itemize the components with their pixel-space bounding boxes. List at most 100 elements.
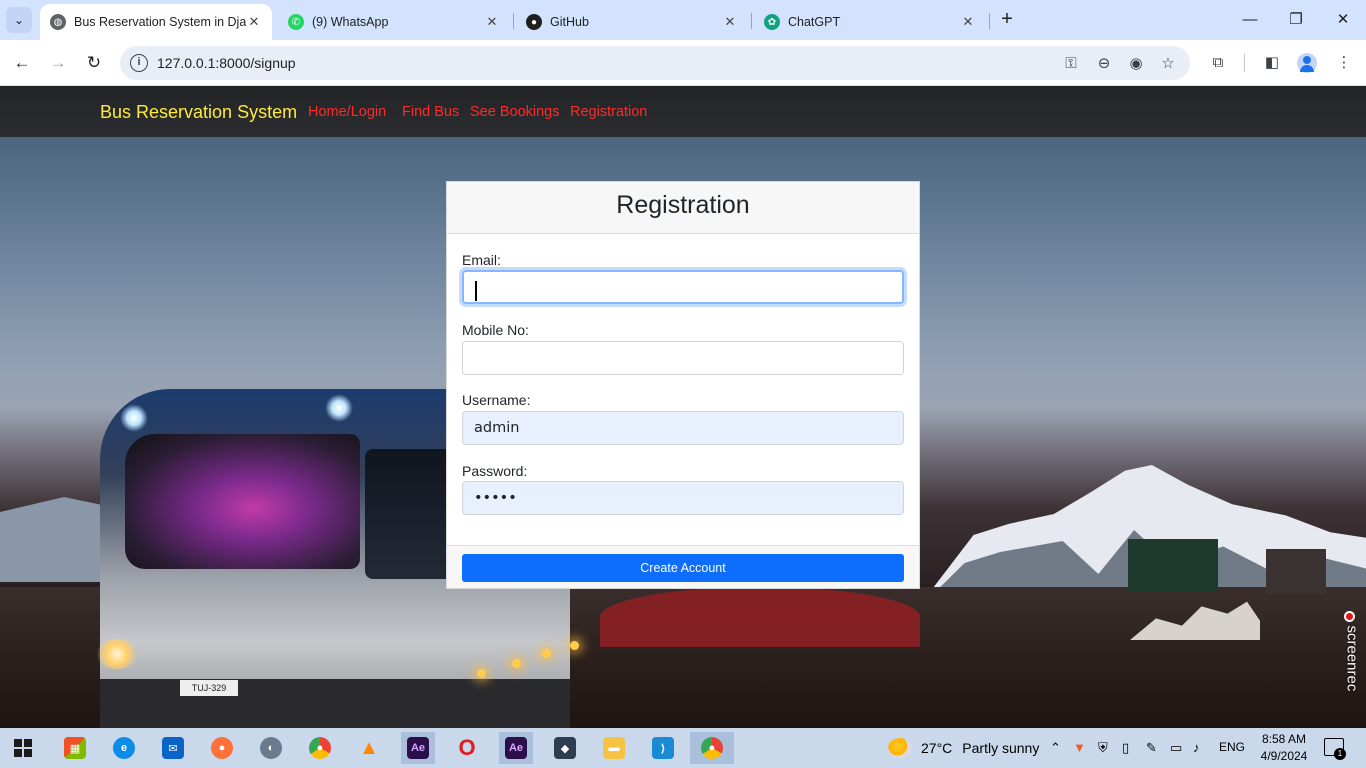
password-field-value: ••••• (474, 490, 517, 506)
reload-button[interactable]: ↻ (82, 51, 106, 75)
tab-bus-reservation[interactable]: ◍ Bus Reservation System in Djan ✕ (40, 4, 272, 40)
taskbar-vscode[interactable]: ⟩ (646, 732, 680, 764)
background-shed (1266, 549, 1326, 594)
background-container (1128, 539, 1218, 591)
new-tab-button[interactable]: + (995, 8, 1019, 32)
back-button[interactable]: ← (10, 51, 34, 75)
screenrec-label: screenrec (1343, 625, 1361, 692)
extensions-icon[interactable]: ⧉ (1206, 51, 1230, 75)
language-indicator[interactable]: ENG (1219, 740, 1245, 754)
taskbar-vlc[interactable]: ▲ (352, 732, 386, 764)
tab-title: Bus Reservation System in Djan (74, 15, 246, 29)
site-info-icon[interactable]: i (130, 54, 148, 72)
address-bar[interactable]: i 127.0.0.1:8000/signup ⚿ ⊖ ◉ ☆ (120, 46, 1190, 80)
taskbar-chrome-active[interactable]: ● (690, 732, 734, 764)
arrow-right-icon: → (49, 53, 67, 72)
username-field[interactable]: admin (462, 411, 904, 445)
browser-tab-strip: ⌄ ◍ Bus Reservation System in Djan ✕ ✆ (… (0, 0, 1366, 40)
email-label: Email: (462, 252, 501, 268)
close-icon[interactable]: ✕ (246, 14, 262, 30)
taskbar-firefox[interactable]: ● (205, 732, 239, 764)
registration-card: Registration Email: Mobile No: Username:… (446, 181, 920, 589)
create-account-button[interactable]: Create Account (462, 554, 904, 582)
mobile-label: Mobile No: (462, 322, 529, 338)
password-field[interactable]: ••••• (462, 481, 904, 515)
brave-icon[interactable]: ▼ (1073, 740, 1086, 755)
app-icon: ◆ (554, 737, 576, 759)
usb-icon[interactable]: ▯ (1122, 740, 1129, 756)
tab-whatsapp[interactable]: ✆ (9) WhatsApp ✕ (278, 4, 510, 40)
weather-widget[interactable]: 27°C Partly sunny (888, 738, 1039, 758)
taskbar-file-explorer[interactable]: ▬ (597, 732, 631, 764)
reload-icon: ↻ (86, 53, 102, 72)
windows-start-icon[interactable] (14, 739, 32, 757)
taskbar-chrome[interactable]: ● (303, 732, 337, 764)
pen-icon[interactable]: ✎ (1146, 740, 1157, 756)
system-clock[interactable]: 8:58 AM 4/9/2024 (1252, 731, 1316, 765)
taskbar-app[interactable]: ◐ (254, 732, 288, 764)
folder-icon: ▬ (603, 737, 625, 759)
eye-icon[interactable]: ◉ (1126, 54, 1146, 74)
mobile-field[interactable] (462, 341, 904, 375)
profile-avatar[interactable] (1297, 53, 1317, 73)
bus-license-plate: TUJ-329 (180, 680, 238, 696)
tab-chatgpt[interactable]: ✿ ChatGPT ✕ (754, 4, 986, 40)
taskbar-opera[interactable]: O (450, 732, 484, 764)
taskbar-after-effects-2[interactable]: Ae (499, 732, 533, 764)
window-close-button[interactable]: ✕ (1331, 8, 1355, 32)
password-label: Password: (462, 463, 528, 479)
minimize-button[interactable]: — (1238, 8, 1262, 32)
bus-marker-light (542, 649, 551, 658)
more-menu-icon[interactable]: ⋮ (1332, 51, 1356, 75)
side-panel-icon[interactable]: ◧ (1260, 51, 1284, 75)
nav-link-find-bus[interactable]: Find Bus (402, 104, 459, 120)
nav-link-see-bookings[interactable]: See Bookings (470, 104, 559, 120)
firefox-icon: ● (211, 737, 233, 759)
tab-title: ChatGPT (788, 15, 841, 29)
password-key-icon[interactable]: ⚿ (1061, 54, 1081, 74)
taskbar-app-2[interactable]: ◆ (548, 732, 582, 764)
screenrec-badge[interactable]: screenrec (1340, 607, 1361, 707)
partly-sunny-icon (888, 738, 912, 758)
bookmark-star-icon[interactable]: ☆ (1158, 54, 1178, 74)
restore-button[interactable]: ❐ (1284, 8, 1308, 32)
taskbar-edge[interactable]: e (107, 732, 141, 764)
address-url[interactable]: 127.0.0.1:8000/signup (157, 55, 296, 71)
taskbar-store[interactable]: ▦ (58, 732, 92, 764)
tab-title: GitHub (550, 15, 589, 29)
site-brand[interactable]: Bus Reservation System (100, 102, 297, 123)
chevron-up-icon[interactable]: ⌃ (1050, 740, 1061, 756)
card-footer: Create Account (447, 545, 919, 588)
close-icon[interactable]: ✕ (484, 14, 500, 30)
bus-headlight (95, 639, 139, 669)
taskbar-after-effects[interactable]: Ae (401, 732, 435, 764)
chevron-down-icon: ⌄ (13, 13, 25, 27)
tab-github[interactable]: ● GitHub ✕ (516, 4, 748, 40)
github-icon: ● (526, 14, 542, 30)
nav-link-home-login[interactable]: Home/Login (308, 104, 386, 120)
bus-top-light (325, 394, 353, 422)
volume-icon[interactable]: ♪ (1193, 740, 1200, 755)
close-icon[interactable]: ✕ (722, 14, 738, 30)
mail-icon: ✉ (162, 737, 184, 759)
globe-icon: ◍ (50, 14, 66, 30)
restore-icon: ❐ (1289, 11, 1303, 28)
email-field[interactable] (462, 270, 904, 304)
weather-temperature: 27°C (921, 740, 953, 756)
forward-button[interactable]: → (46, 51, 70, 75)
network-icon[interactable]: ▭ (1170, 740, 1182, 756)
security-icon[interactable]: ⛨ (1098, 740, 1108, 756)
close-icon: ✕ (1336, 11, 1350, 28)
text-caret (475, 281, 477, 301)
card-header: Registration (447, 182, 919, 234)
close-icon[interactable]: ✕ (960, 14, 976, 30)
tab-search-button[interactable]: ⌄ (6, 7, 32, 33)
nav-link-registration[interactable]: Registration (570, 104, 647, 120)
bus-marker-light (570, 641, 579, 650)
tab-divider (989, 13, 990, 29)
taskbar-mail[interactable]: ✉ (156, 732, 190, 764)
store-icon: ▦ (64, 737, 86, 759)
after-effects-icon: Ae (505, 737, 527, 759)
tab-divider (751, 13, 752, 29)
zoom-icon[interactable]: ⊖ (1094, 54, 1114, 74)
